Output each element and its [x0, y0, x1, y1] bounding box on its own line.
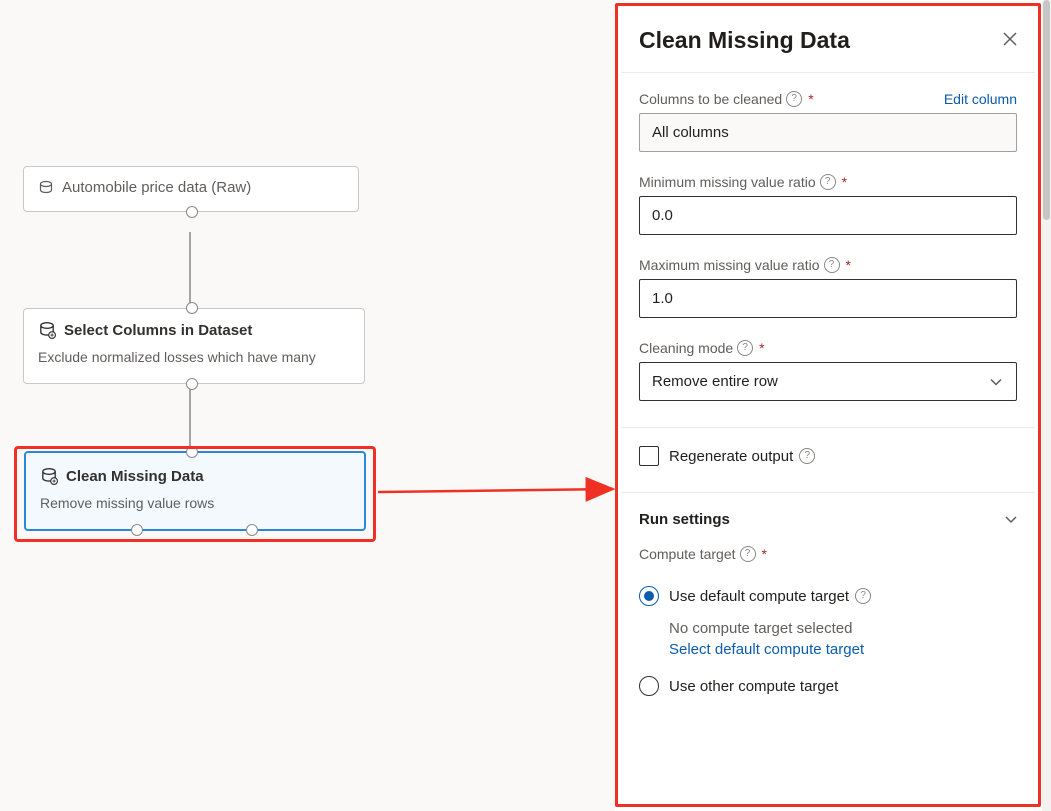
panel-fields-section: Columns to be cleaned ? * Edit column Al… — [621, 73, 1035, 428]
checkbox-icon — [639, 446, 659, 466]
min-ratio-input[interactable]: 0.0 — [639, 196, 1017, 235]
chevron-down-icon — [1005, 511, 1017, 528]
cleaning-mode-label: Cleaning mode ? * — [639, 340, 765, 356]
callout-arrow — [0, 0, 620, 811]
help-icon[interactable]: ? — [799, 448, 815, 464]
help-icon[interactable]: ? — [740, 546, 756, 562]
output-port[interactable] — [186, 378, 198, 390]
max-ratio-label: Maximum missing value ratio ? * — [639, 257, 851, 273]
pipeline-connectors-svg — [0, 0, 615, 811]
node-title: Clean Missing Data — [66, 468, 204, 485]
close-icon[interactable] — [1003, 32, 1017, 49]
radio-icon — [639, 586, 659, 606]
node-title: Automobile price data (Raw) — [62, 179, 251, 196]
help-icon[interactable]: ? — [786, 91, 802, 107]
input-port[interactable] — [186, 302, 198, 314]
node-dataset-automobile[interactable]: Automobile price data (Raw) — [23, 166, 359, 212]
run-settings-section: Run settings Compute target ? * Use defa… — [621, 493, 1035, 736]
radio-default-compute[interactable]: Use default compute target ? — [639, 586, 1017, 606]
columns-label: Columns to be cleaned ? * — [639, 91, 814, 107]
page-scrollbar[interactable] — [1042, 0, 1051, 811]
database-icon — [38, 180, 54, 196]
node-clean-missing-data[interactable]: Clean Missing Data Remove missing value … — [24, 451, 366, 531]
module-icon — [38, 321, 56, 339]
cleaning-mode-select[interactable]: Remove entire row — [639, 362, 1017, 401]
regenerate-label: Regenerate output — [669, 448, 793, 465]
default-compute-status: No compute target selected — [669, 620, 1017, 637]
properties-panel-callout: Clean Missing Data Columns to be cleaned… — [615, 3, 1041, 807]
select-default-compute-link[interactable]: Select default compute target — [669, 641, 1017, 658]
output-port[interactable] — [186, 206, 198, 218]
module-icon — [40, 467, 58, 485]
scrollbar-thumb[interactable] — [1043, 0, 1050, 220]
help-icon[interactable]: ? — [737, 340, 753, 356]
min-ratio-label: Minimum missing value ratio ? * — [639, 174, 847, 190]
compute-target-label: Compute target ? * — [639, 546, 767, 562]
max-ratio-input[interactable]: 1.0 — [639, 279, 1017, 318]
radio-other-compute[interactable]: Use other compute target — [639, 676, 1017, 696]
node-subtitle: Exclude normalized losses which have man… — [24, 349, 364, 377]
properties-panel: Clean Missing Data Columns to be cleaned… — [621, 9, 1035, 801]
node-select-columns[interactable]: Select Columns in Dataset Exclude normal… — [23, 308, 365, 384]
input-port[interactable] — [186, 446, 198, 458]
run-settings-toggle[interactable]: Run settings — [639, 511, 1017, 528]
help-icon[interactable]: ? — [820, 174, 836, 190]
node-title: Select Columns in Dataset — [64, 322, 252, 339]
help-icon[interactable]: ? — [855, 588, 871, 604]
node-subtitle: Remove missing value rows — [26, 495, 364, 523]
columns-value-box[interactable]: All columns — [639, 113, 1017, 152]
pipeline-canvas[interactable]: Automobile price data (Raw) Select Colum… — [0, 0, 615, 811]
output-port-1[interactable] — [131, 524, 143, 536]
panel-title: Clean Missing Data — [639, 27, 850, 54]
help-icon[interactable]: ? — [824, 257, 840, 273]
output-port-2[interactable] — [246, 524, 258, 536]
radio-icon — [639, 676, 659, 696]
edit-column-link[interactable]: Edit column — [944, 91, 1017, 107]
regenerate-section: Regenerate output ? — [621, 428, 1035, 493]
regenerate-output-checkbox[interactable]: Regenerate output ? — [639, 446, 1017, 466]
chevron-down-icon — [990, 373, 1002, 390]
